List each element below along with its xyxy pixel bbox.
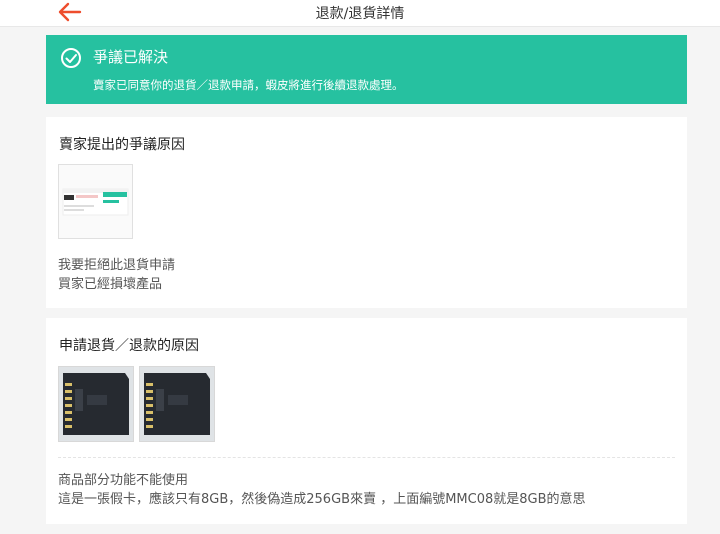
sd-card-photo[interactable] (58, 366, 134, 442)
seller-reason-line-2: 買家已經損壞產品 (58, 277, 163, 292)
seller-reason-line-1: 我要拒絕此退貨申請 (58, 258, 176, 273)
top-bar: 退款/退貨詳情 (0, 0, 720, 27)
status-title: 爭議已解決 (93, 48, 169, 66)
seller-evidence-image[interactable] (58, 164, 133, 239)
check-circle-icon (60, 47, 82, 69)
divider (58, 457, 675, 458)
buyer-reason-line-1: 商品部分功能不能使用 (58, 473, 189, 488)
sd-card-photo[interactable] (139, 366, 215, 442)
status-description: 賣家已同意你的退貨／退款申請，蝦皮將進行後續退款處理。 (93, 78, 404, 92)
buyer-reason-line-2: 這是一張假卡，應該只有8GB，然後偽造成256GB來賣 ，上面編號MMC08就是… (58, 492, 586, 507)
buyer-reason-text: 商品部分功能不能使用 這是一張假卡，應該只有8GB，然後偽造成256GB來賣 ，… (58, 471, 586, 509)
buyer-reason-card: 申請退貨／退款的原因 商品部分功能不能使用 這是一張假卡，應該只有8GB，然後偽… (46, 318, 687, 524)
buyer-reason-title: 申請退貨／退款的原因 (59, 338, 199, 354)
seller-reason-title: 賣家提出的爭議原因 (59, 137, 185, 153)
status-banner: 爭議已解決 賣家已同意你的退貨／退款申請，蝦皮將進行後續退款處理。 (46, 35, 687, 104)
seller-reason-card: 賣家提出的爭議原因 我要拒絕此退貨申請 買家已經損壞產品 (46, 117, 687, 308)
seller-reason-text: 我要拒絕此退貨申請 買家已經損壞產品 (58, 256, 175, 294)
page-title: 退款/退貨詳情 (315, 6, 405, 22)
